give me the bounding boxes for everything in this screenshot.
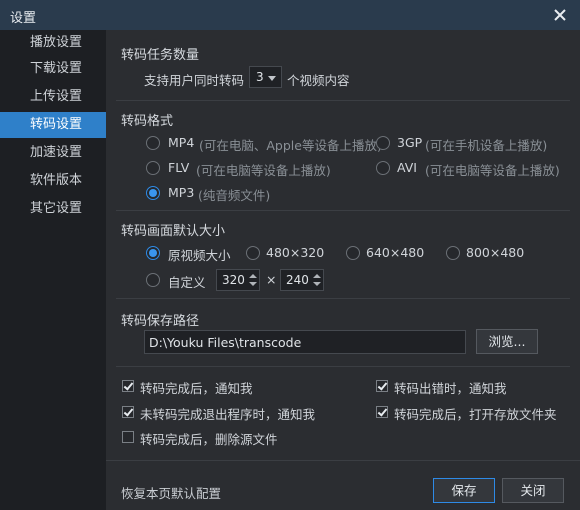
close-icon[interactable] [550,5,570,25]
notify-exit-label: 未转码完成退出程序时，通知我 [140,407,316,422]
times-sign: × [266,272,277,287]
format-title: 转码格式 [121,114,174,129]
size-title: 转码画面默认大小 [121,224,226,239]
size-480x320-label: 480×320 [266,245,325,260]
delete-source-checkbox[interactable] [122,431,134,443]
size-custom-label: 自定义 [168,275,206,290]
footer-bar: 恢复本页默认配置 保存 关闭 [106,460,580,510]
sidebar-item-acceleration[interactable]: 加速设置 [0,140,106,166]
format-avi-radio[interactable] [376,161,390,175]
window-title: 设置 [10,11,37,26]
size-640x480-label: 640×480 [366,245,425,260]
divider [116,100,570,101]
chevron-down-icon [268,76,276,81]
format-3gp-desc: (可在手机设备上播放) [425,138,548,153]
notify-complete-label: 转码完成后，通知我 [140,381,253,396]
notify-error-checkbox[interactable] [376,380,388,392]
open-folder-checkbox[interactable] [376,406,388,418]
custom-height-stepper[interactable] [280,269,324,291]
title-bar: 设置 [0,0,580,30]
restore-defaults-link[interactable]: 恢复本页默认配置 [121,483,221,502]
increment-icon[interactable] [249,272,257,280]
task-count-prefix: 支持用户同时转码 [144,73,245,88]
decrement-icon[interactable] [249,281,257,289]
size-custom-radio[interactable] [146,273,160,287]
format-mp3-desc: (纯音频文件) [198,188,271,203]
size-original-label: 原视频大小 [168,248,231,263]
save-path-title: 转码保存路径 [121,314,200,329]
close-button[interactable]: 关闭 [502,478,564,503]
divider [116,366,570,367]
decrement-icon[interactable] [313,281,321,289]
sidebar: 播放设置 下载设置 上传设置 转码设置 加速设置 软件版本 其它设置 [0,30,106,510]
format-mp4-label: MP4 [168,135,195,150]
sidebar-item-transcode[interactable]: 转码设置 [0,112,106,138]
task-count-select[interactable]: 3 [249,66,282,88]
divider [116,210,570,211]
sidebar-item-playback[interactable]: 播放设置 [0,30,106,56]
delete-source-label: 转码完成后，删除源文件 [140,432,278,447]
custom-width-stepper[interactable] [216,269,260,291]
format-avi-desc: (可在电脑等设备上播放) [425,163,560,178]
format-avi-label: AVI [397,160,417,175]
notify-complete-checkbox[interactable] [122,380,134,392]
notify-exit-checkbox[interactable] [122,406,134,418]
size-480x320-radio[interactable] [246,246,260,260]
open-folder-label: 转码完成后，打开存放文件夹 [394,407,557,422]
task-count-suffix: 个视频内容 [287,73,350,88]
format-flv-radio[interactable] [146,161,160,175]
task-count-value: 3 [256,70,264,84]
custom-width-input[interactable] [217,270,249,290]
format-mp3-radio[interactable] [146,186,160,200]
notify-error-label: 转码出错时，通知我 [394,381,507,396]
format-flv-label: FLV [168,160,190,175]
format-flv-desc: (可在电脑等设备上播放) [196,163,331,178]
browse-button[interactable]: 浏览... [476,329,538,354]
format-mp3-label: MP3 [168,185,195,200]
sidebar-item-download[interactable]: 下载设置 [0,56,106,82]
divider [116,298,570,299]
save-button[interactable]: 保存 [433,478,495,503]
format-3gp-radio[interactable] [376,136,390,150]
size-640x480-radio[interactable] [346,246,360,260]
save-path-input[interactable] [144,330,466,354]
format-mp4-desc: (可在电脑、Apple等设备上播放) [199,138,382,153]
size-800x480-label: 800×480 [466,245,525,260]
task-count-title: 转码任务数量 [121,48,200,63]
size-800x480-radio[interactable] [446,246,460,260]
sidebar-item-upload[interactable]: 上传设置 [0,84,106,110]
size-original-radio[interactable] [146,246,160,260]
transcode-settings-panel: 转码任务数量 支持用户同时转码 3 个视频内容 转码格式 MP4 (可在电脑、A… [106,30,580,460]
custom-height-input[interactable] [281,270,313,290]
sidebar-item-other[interactable]: 其它设置 [0,196,106,222]
format-3gp-label: 3GP [397,135,423,150]
increment-icon[interactable] [313,272,321,280]
format-mp4-radio[interactable] [146,136,160,150]
sidebar-item-version[interactable]: 软件版本 [0,168,106,194]
